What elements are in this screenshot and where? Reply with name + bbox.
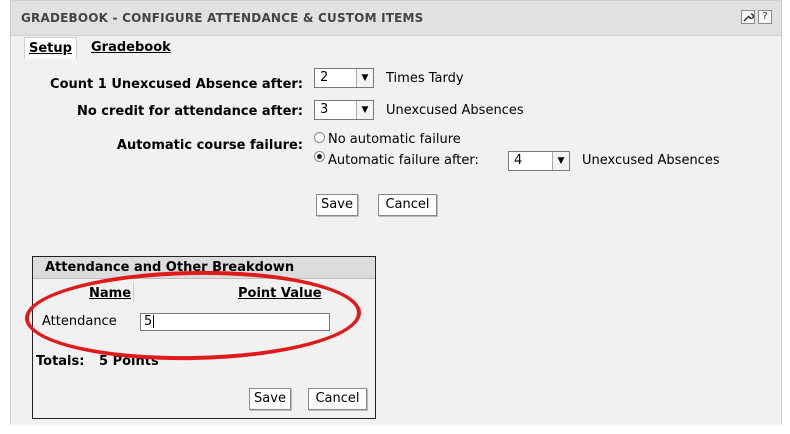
failure-label: Automatic course failure: [116, 138, 303, 153]
setup-content: Count 1 Unexcused Absence after: 2 ▼ Tim… [11, 59, 781, 425]
failure-count-select[interactable]: 4 ▼ [508, 151, 570, 171]
nocredit-label: No credit for attendance after: [76, 104, 303, 119]
chevron-down-icon: ▼ [356, 101, 373, 119]
auto-failure-radio[interactable] [314, 151, 325, 162]
absence-count-value: 3 [320, 102, 329, 117]
tardy-count-value: 2 [320, 70, 329, 85]
wrench-icon[interactable] [741, 10, 755, 24]
absence-count-select[interactable]: 3 ▼ [314, 100, 374, 120]
tardy-suffix: Times Tardy [386, 71, 464, 86]
failure-suffix: Unexcused Absences [582, 153, 720, 168]
breakdown-cancel-button[interactable]: Cancel [308, 388, 367, 410]
nocredit-suffix: Unexcused Absences [386, 103, 524, 118]
no-failure-radio[interactable] [314, 132, 325, 143]
unexcused-label: Count 1 Unexcused Absence after: [50, 77, 303, 92]
tardy-count-select[interactable]: 2 ▼ [314, 68, 374, 88]
breakdown-save-button[interactable]: Save [249, 388, 291, 410]
help-icon[interactable]: ? [758, 10, 772, 24]
tab-bar: Setup Gradebook [11, 36, 781, 59]
cancel-button[interactable]: Cancel [378, 194, 437, 216]
no-failure-label: No automatic failure [328, 132, 461, 147]
totals-label: Totals: [36, 354, 85, 369]
tab-setup[interactable]: Setup [24, 37, 77, 59]
auto-failure-label: Automatic failure after: [328, 153, 479, 168]
chevron-down-icon: ▼ [356, 69, 373, 87]
title-bar: GRADEBOOK - CONFIGURE ATTENDANCE & CUSTO… [11, 1, 781, 36]
gradebook-panel: GRADEBOOK - CONFIGURE ATTENDANCE & CUSTO… [10, 0, 782, 425]
page-title: GRADEBOOK - CONFIGURE ATTENDANCE & CUSTO… [21, 11, 424, 25]
save-button[interactable]: Save [316, 194, 358, 216]
tab-gradebook[interactable]: Gradebook [87, 37, 175, 58]
wrench-icon-glyph [743, 13, 755, 22]
failure-count-value: 4 [514, 153, 523, 168]
chevron-down-icon: ▼ [552, 152, 569, 170]
